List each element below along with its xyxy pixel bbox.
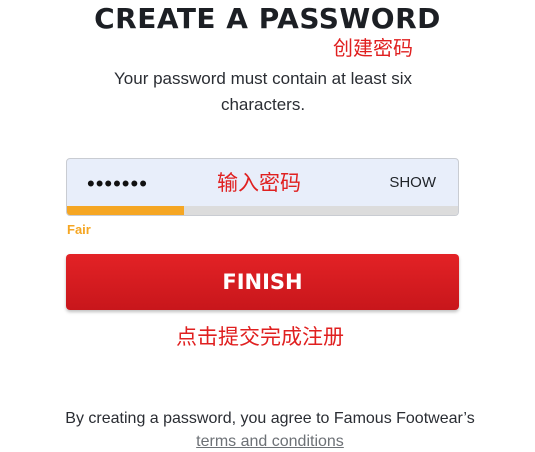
- password-requirement-text: Your password must contain at least six …: [114, 69, 412, 114]
- password-strength-fill: [67, 206, 185, 215]
- terms-link[interactable]: terms and conditions: [196, 433, 344, 450]
- terms-text: By creating a password, you agree to Fam…: [65, 410, 475, 427]
- create-password-page: CREATE A PASSWORD 创建密码 Your password mus…: [0, 0, 535, 452]
- show-password-button[interactable]: SHOW: [389, 174, 436, 191]
- finish-button[interactable]: FINISH: [66, 254, 459, 310]
- password-input-value[interactable]: •••••••: [87, 171, 148, 197]
- annotation-create-password: 创建密码: [333, 36, 413, 60]
- password-strength-bar: [67, 206, 458, 215]
- page-title: CREATE A PASSWORD: [94, 2, 441, 35]
- annotation-enter-password: 输入密码: [217, 171, 301, 195]
- annotation-submit: 点击提交完成注册: [176, 325, 344, 349]
- password-strength-label: Fair: [67, 222, 91, 237]
- terms-notice: By creating a password, you agree to Fam…: [60, 407, 480, 452]
